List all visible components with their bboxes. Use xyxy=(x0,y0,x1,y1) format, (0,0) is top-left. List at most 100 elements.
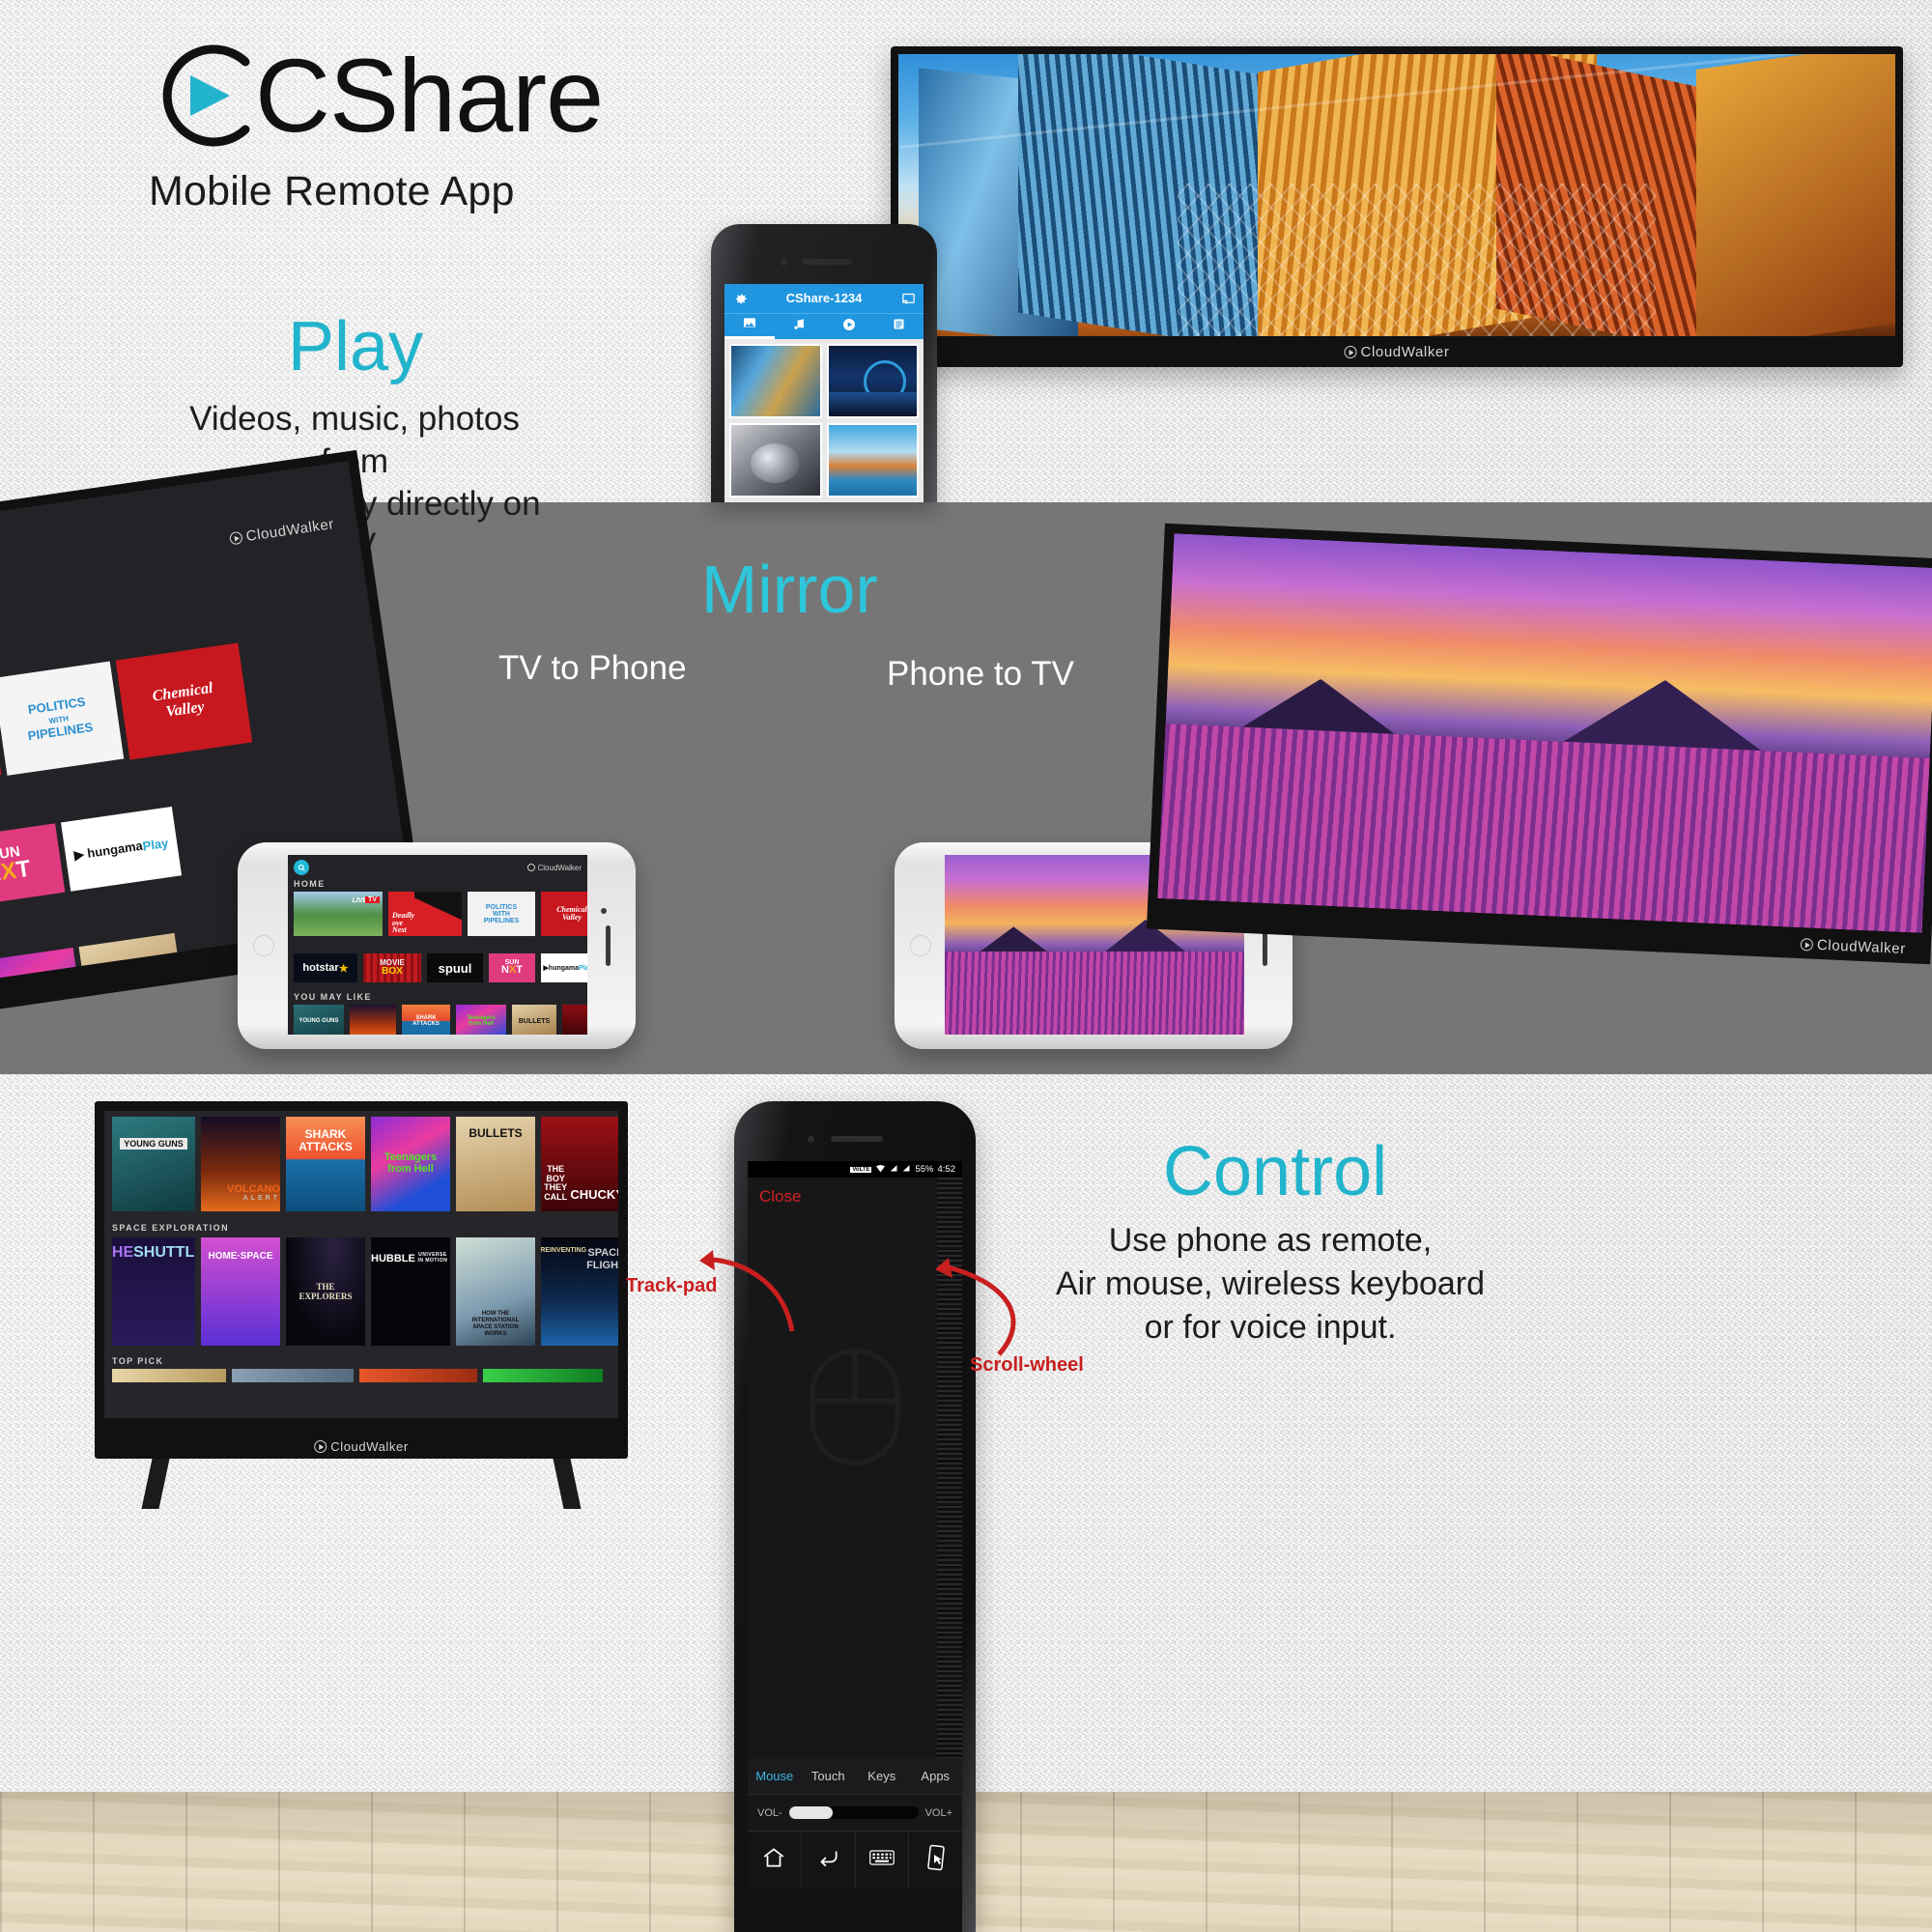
back-button[interactable] xyxy=(800,1832,855,1889)
tile-teenagers[interactable]: Teenagersfrom Hell xyxy=(456,1005,506,1035)
phone-speaker xyxy=(831,1136,883,1142)
tile-reinventing-space-flight[interactable]: REINVENTINGSPACEFLIGHT xyxy=(541,1237,618,1346)
tv-play-demo: CloudWalker xyxy=(891,46,1903,367)
tile-politics-pipelines[interactable]: POLITICS WITH PIPELINES xyxy=(0,661,125,776)
remote-tab-bar: Mouse Touch Keys Apps xyxy=(748,1758,962,1794)
tile-shark-attacks[interactable]: SHARK ATTACKS xyxy=(402,1005,450,1035)
close-button[interactable]: Close xyxy=(759,1187,801,1207)
control-description: Use phone as remote, Air mouse, wireless… xyxy=(1055,1222,1486,1346)
battery-percent: 55% xyxy=(915,1164,934,1175)
cloudwalker-mark-icon xyxy=(1344,346,1357,358)
play-circle-icon xyxy=(841,317,857,337)
tile-shark-attacks[interactable]: SHARK ATTACKS xyxy=(286,1117,365,1211)
tile-live-tv[interactable]: LIVE TV xyxy=(294,892,383,936)
tv-brand-label-mirrored: CloudWalker xyxy=(526,864,582,872)
section-you-may-like-label: YOU MAY LIKE xyxy=(294,992,372,1002)
scrollwheel-arrow-icon xyxy=(935,1258,1016,1356)
phone-speaker xyxy=(802,259,852,265)
tv-right-screen xyxy=(1157,533,1932,933)
app-spuul[interactable]: spuul xyxy=(427,953,483,982)
phone-mirror-tv-to-phone: CloudWalker HOME LIVE TV Deadly ove Nest P… xyxy=(238,842,636,1049)
tab-music[interactable] xyxy=(775,314,825,339)
tile-top-pick[interactable] xyxy=(483,1369,603,1382)
volte-indicator: VoLTE xyxy=(850,1166,872,1173)
phone-speaker xyxy=(606,925,611,966)
mirror-left-label: TV to Phone xyxy=(498,649,687,687)
app-sun-nxt[interactable]: SUN NXT xyxy=(489,953,535,982)
tab-video[interactable] xyxy=(824,314,874,339)
tab-keys[interactable]: Keys xyxy=(855,1758,909,1794)
signal-icon xyxy=(890,1164,898,1176)
app-hungama[interactable]: ▶ hungama Play xyxy=(61,806,183,892)
brand-name: CShare xyxy=(255,37,604,154)
wifi-icon xyxy=(875,1164,886,1176)
gallery-grid xyxy=(724,339,923,502)
home-icon xyxy=(761,1845,786,1875)
tile-young-guns[interactable]: YOUNG GUNS xyxy=(112,1117,195,1211)
home-button[interactable] xyxy=(253,935,274,956)
section-home-label: HOME xyxy=(294,879,326,889)
tab-files[interactable] xyxy=(874,314,924,339)
tab-mouse[interactable]: Mouse xyxy=(748,1758,802,1794)
tv-brand-logo: CloudWalker xyxy=(314,1439,409,1454)
search-icon[interactable] xyxy=(294,860,309,875)
tile-politics-pipelines[interactable]: POLITICS WITH PIPELINES xyxy=(468,892,535,936)
gesture-button[interactable] xyxy=(908,1832,962,1889)
tile-chucky[interactable]: THE BOYTHEY CALLCHUCKY xyxy=(541,1117,618,1211)
gallery-item[interactable] xyxy=(826,423,919,497)
tab-photos[interactable] xyxy=(724,314,775,339)
control-heading: Control xyxy=(1163,1133,1388,1210)
volume-up-label[interactable]: VOL+ xyxy=(925,1807,952,1819)
mirror-right-label: Phone to TV xyxy=(887,655,1074,693)
architecture-photo xyxy=(898,54,1895,336)
mouse-icon xyxy=(805,1344,905,1476)
phone-camera xyxy=(808,1136,814,1143)
tile-home-space[interactable]: HOME·SPACE xyxy=(201,1237,280,1346)
tile-hubble[interactable]: HUBBLE UNIVERSE IN MOTION xyxy=(371,1237,450,1346)
tile-iss-works[interactable]: HOW THE INTERNATIONAL SPACE STATION WORKS xyxy=(456,1237,535,1346)
app-sun-nxt[interactable]: SUN NXT xyxy=(0,823,66,908)
tile-top-pick[interactable] xyxy=(232,1369,354,1382)
tile-bullets[interactable]: BULLETS xyxy=(456,1117,535,1211)
tile-the-explorers[interactable]: THE EXPLORERS xyxy=(286,1237,365,1346)
home-button[interactable] xyxy=(910,935,931,956)
tv-brand-label: CloudWalker xyxy=(330,1439,409,1454)
tile-teenagers[interactable]: Teenagersfrom Hell xyxy=(371,1117,450,1211)
gallery-item[interactable] xyxy=(826,344,919,418)
app-movie-box[interactable]: MOVIE BOX xyxy=(363,953,421,982)
cloudwalker-mark-icon xyxy=(1800,938,1814,952)
tile-volcano[interactable] xyxy=(350,1005,396,1035)
tile-volcano[interactable]: VOLCANO ALERT xyxy=(201,1117,280,1211)
volume-slider[interactable] xyxy=(788,1806,919,1819)
tile-chucky[interactable] xyxy=(562,1005,587,1035)
tv-mirror-target: CloudWalker xyxy=(1146,523,1932,965)
tile-bullets[interactable]: BULLETS xyxy=(512,1005,556,1035)
tile-deadly-love-nest[interactable]: DeadlyoveNest xyxy=(388,892,462,936)
tab-apps[interactable]: Apps xyxy=(909,1758,963,1794)
brand-tagline: Mobile Remote App xyxy=(149,168,515,214)
play-heading: Play xyxy=(288,308,424,385)
image-icon xyxy=(742,315,757,335)
cloudwalker-mark-icon xyxy=(229,530,243,546)
brand-logo: CShare Mobile Remote App xyxy=(145,37,604,215)
tv-control-demo: YOUNG GUNS VOLCANO ALERT SHARK ATTACKS Tee… xyxy=(95,1101,628,1459)
tile-young-guns[interactable]: YOUNG GUNS xyxy=(294,1005,344,1035)
tile-top-pick[interactable] xyxy=(112,1369,226,1382)
gallery-item[interactable] xyxy=(729,423,822,497)
tile-top-pick[interactable] xyxy=(359,1369,477,1382)
tab-touch[interactable]: Touch xyxy=(802,1758,856,1794)
keyboard-button[interactable] xyxy=(854,1832,909,1889)
gallery-item[interactable] xyxy=(729,344,822,418)
cast-icon[interactable] xyxy=(901,292,916,311)
app-hotstar[interactable]: hotstar ★ xyxy=(294,953,357,982)
tv-play-screen xyxy=(898,54,1895,336)
cloudwalker-mark-icon xyxy=(314,1440,327,1453)
phone-remote: VoLTE 55% 4:52 Close Mouse Touch Keys Ap… xyxy=(734,1101,976,1932)
tile-chemical-valley[interactable]: Chemical Valley xyxy=(115,642,253,760)
tile-the-shuttle[interactable]: THESHUTTLE xyxy=(112,1237,195,1346)
tile-chemical-valley[interactable]: Chemical Valley xyxy=(541,892,587,936)
signal-icon-2 xyxy=(902,1164,911,1176)
home-button[interactable] xyxy=(748,1832,801,1889)
volume-down-label[interactable]: VOL- xyxy=(757,1807,782,1819)
app-hungama[interactable]: ▶hungamaPlay xyxy=(541,953,587,982)
